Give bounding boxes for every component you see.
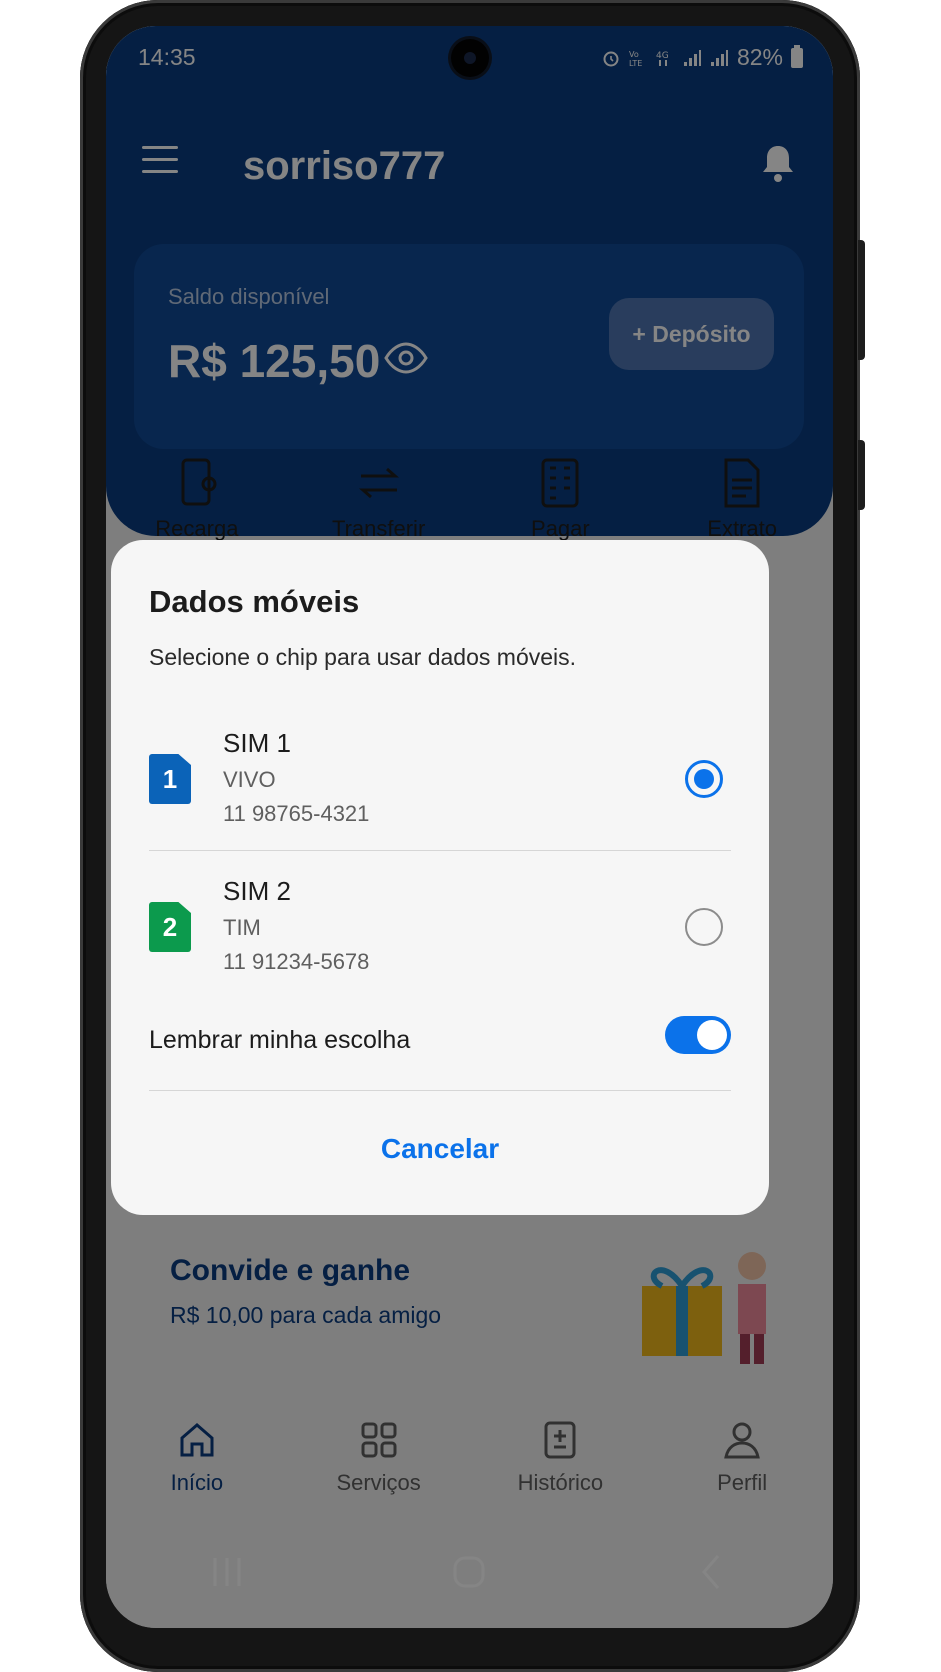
sim-2-radio[interactable] <box>685 908 723 946</box>
sim-option-1[interactable]: 1 SIM 1 VIVO 11 98765-4321 <box>149 722 731 850</box>
volume-button <box>858 240 865 360</box>
sim-carrier: TIM <box>223 915 261 940</box>
phone-screen: 14:35 Vo LTE 4G 82% sorriso777 Saldo disp… <box>106 26 833 1628</box>
power-button <box>858 440 865 510</box>
sim-info: SIM 1 VIVO 11 98765-4321 <box>223 728 369 827</box>
sim-option-2[interactable]: 2 SIM 2 TIM 11 91234-5678 <box>149 870 731 998</box>
sim-name: SIM 1 <box>223 728 291 758</box>
sim-card-icon: 1 <box>149 754 191 804</box>
dialog-title: Dados móveis <box>149 584 360 619</box>
mobile-data-sim-dialog: Dados móveis Selecione o chip para usar … <box>111 540 769 1215</box>
sim-carrier: VIVO <box>223 767 276 792</box>
cancel-button[interactable]: Cancelar <box>111 1114 769 1184</box>
sim-number: 11 91234-5678 <box>223 949 370 974</box>
remember-choice-label: Lembrar minha escolha <box>149 1026 411 1054</box>
divider <box>149 850 731 851</box>
sim-card-icon: 2 <box>149 902 191 952</box>
sim-info: SIM 2 TIM 11 91234-5678 <box>223 876 369 975</box>
sim-name: SIM 2 <box>223 876 291 906</box>
divider <box>149 1090 731 1091</box>
sim-number: 11 98765-4321 <box>223 801 370 826</box>
sim-1-radio[interactable] <box>685 760 723 798</box>
remember-choice-row[interactable]: Lembrar minha escolha <box>149 1016 731 1066</box>
remember-choice-toggle[interactable] <box>665 1016 731 1054</box>
dialog-description: Selecione o chip para usar dados móveis. <box>149 644 577 670</box>
